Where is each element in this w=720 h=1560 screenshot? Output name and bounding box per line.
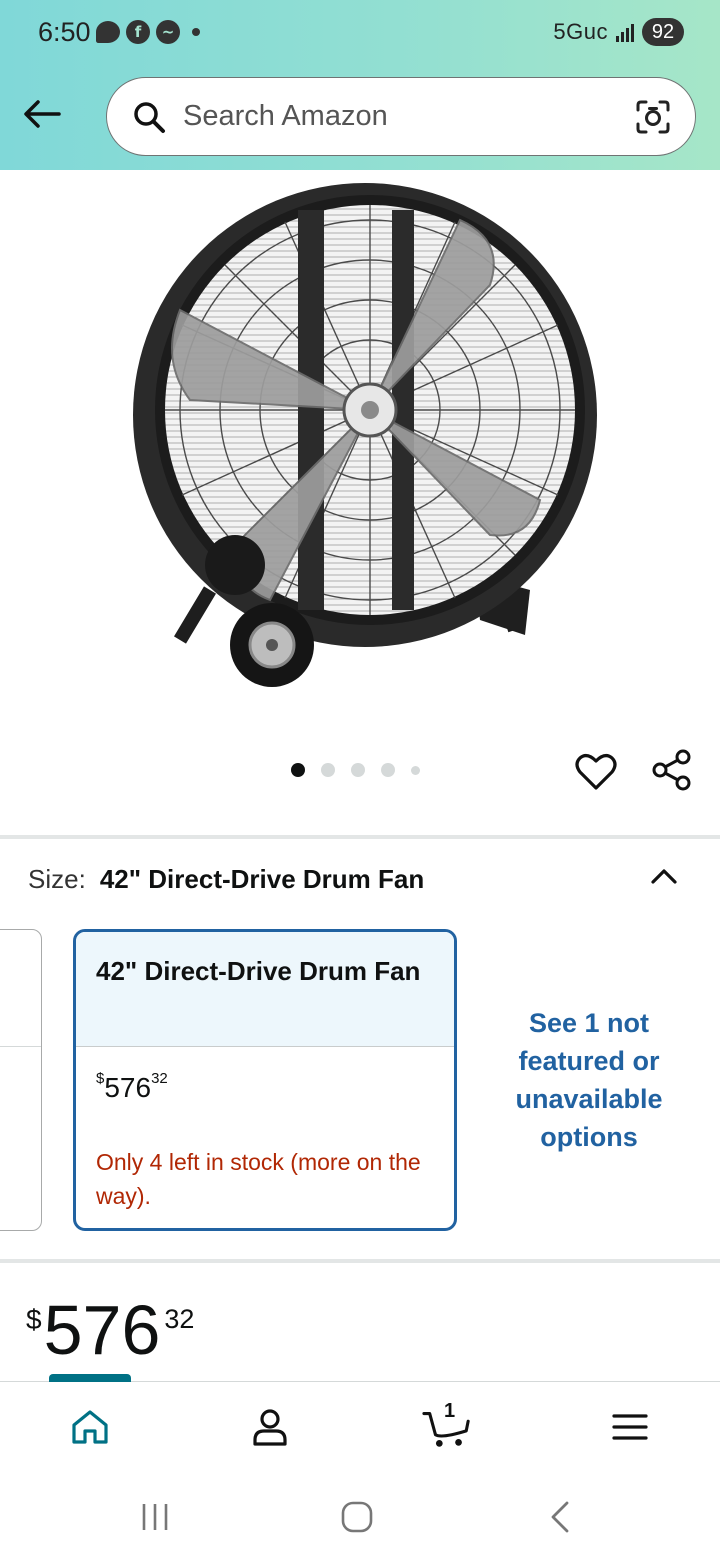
bottom-tab-bar: 1 bbox=[0, 1374, 720, 1471]
price-whole: 576 bbox=[43, 1291, 161, 1369]
status-time: 6:50 bbox=[38, 17, 91, 47]
tab-home[interactable] bbox=[65, 1402, 115, 1452]
stock-note: Only 4 left in stock (more on the way). bbox=[96, 1149, 421, 1209]
size-label: Size: bbox=[28, 864, 86, 894]
card-divider bbox=[0, 1046, 41, 1047]
option-price-whole: 576 bbox=[104, 1072, 152, 1103]
carousel-dot-4[interactable] bbox=[381, 763, 395, 777]
share-icon bbox=[652, 749, 691, 791]
recent-apps-button[interactable] bbox=[130, 1495, 180, 1539]
drum-fan-illustration bbox=[133, 183, 597, 687]
tab-menu[interactable] bbox=[605, 1402, 655, 1452]
signal-icon bbox=[616, 22, 634, 42]
more-notifications-icon bbox=[192, 28, 200, 36]
product-image[interactable] bbox=[120, 170, 610, 690]
carousel-dot-2[interactable] bbox=[321, 763, 335, 777]
size-row: Size: 42" Direct-Drive Drum Fan bbox=[28, 864, 424, 895]
active-tab-indicator bbox=[49, 1374, 131, 1382]
section-divider bbox=[0, 1259, 720, 1263]
camera-search-icon[interactable] bbox=[633, 97, 673, 137]
system-back-button[interactable] bbox=[535, 1495, 585, 1539]
home-icon bbox=[72, 1410, 108, 1444]
option-price-currency: $ bbox=[96, 1069, 105, 1087]
image-carousel-dots[interactable] bbox=[291, 763, 420, 777]
tab-account[interactable] bbox=[245, 1402, 295, 1452]
option-title: 42" Direct-Drive Drum Fan bbox=[76, 932, 454, 1047]
wishlist-button[interactable] bbox=[574, 750, 618, 794]
product-price: $ 576 32 bbox=[26, 1290, 194, 1370]
search-icon bbox=[129, 97, 169, 137]
back-arrow-icon bbox=[24, 100, 61, 128]
section-divider bbox=[0, 835, 720, 839]
heart-icon bbox=[575, 754, 617, 790]
tab-cart[interactable]: 1 bbox=[422, 1400, 472, 1452]
see-unavailable-options-link[interactable]: See 1 not featured or unavailable option… bbox=[494, 1004, 684, 1156]
facebook-icon: f bbox=[126, 20, 150, 44]
size-value: 42" Direct-Drive Drum Fan bbox=[99, 864, 425, 894]
carousel-dot-1[interactable] bbox=[291, 763, 305, 777]
network-label: 5Guc bbox=[553, 19, 608, 44]
notification-icons: f ~ bbox=[96, 20, 200, 44]
battery-icon: 92 bbox=[642, 18, 684, 46]
home-circle-icon bbox=[341, 1501, 373, 1533]
carousel-dot-5[interactable] bbox=[411, 765, 420, 775]
recent-apps-icon bbox=[142, 1504, 168, 1530]
back-chevron-icon bbox=[551, 1501, 569, 1533]
previous-size-option-card[interactable] bbox=[0, 929, 42, 1231]
status-bar: 6:50 f ~ 5Guc 92 bbox=[0, 0, 720, 66]
system-navigation-bar bbox=[0, 1471, 720, 1560]
selected-size-option-card[interactable]: 42" Direct-Drive Drum Fan $57632 Only 4 … bbox=[73, 929, 457, 1231]
search-bar[interactable] bbox=[106, 77, 696, 156]
collapse-size-button[interactable] bbox=[644, 856, 684, 896]
person-icon bbox=[253, 1409, 287, 1446]
price-fraction: 32 bbox=[164, 1304, 195, 1334]
search-input[interactable] bbox=[183, 100, 603, 133]
chat-notification-icon bbox=[96, 21, 120, 43]
messenger-icon: ~ bbox=[156, 20, 180, 44]
menu-icon bbox=[612, 1414, 648, 1440]
status-right: 5Guc 92 bbox=[553, 18, 684, 46]
cart-count-badge: 1 bbox=[444, 1400, 456, 1422]
chevron-up-icon bbox=[651, 869, 677, 884]
share-button[interactable] bbox=[650, 748, 694, 792]
option-price-fraction: 32 bbox=[151, 1069, 168, 1087]
price-currency: $ bbox=[26, 1304, 42, 1335]
back-button[interactable] bbox=[20, 92, 64, 136]
carousel-dot-3[interactable] bbox=[351, 763, 365, 777]
home-system-button[interactable] bbox=[332, 1495, 382, 1539]
option-price: $57632 bbox=[96, 1069, 168, 1104]
